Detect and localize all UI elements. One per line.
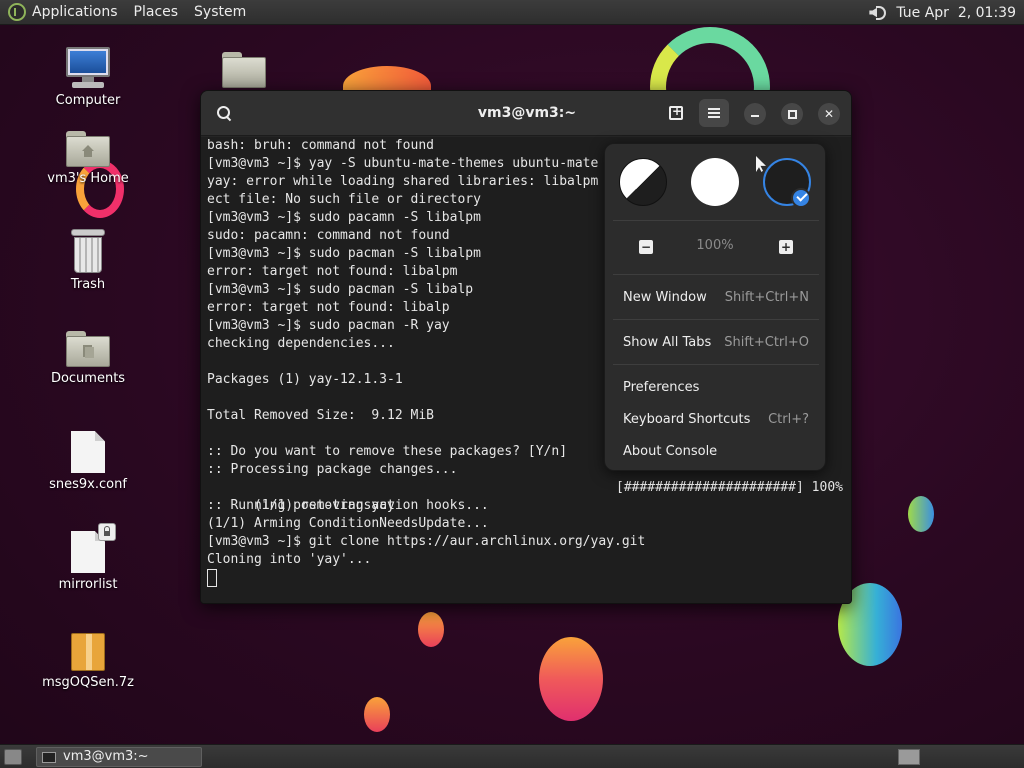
maximize-icon <box>787 109 797 119</box>
maximize-button[interactable] <box>781 103 803 125</box>
minimize-button[interactable] <box>744 103 766 125</box>
bottom-panel: vm3@vm3:~ <box>0 744 1024 768</box>
desktop-icon-label: snes9x.conf <box>49 477 127 492</box>
workspace-switcher[interactable] <box>898 749 920 765</box>
search-button[interactable] <box>209 99 239 127</box>
desktop-icon-label: Computer <box>55 93 121 108</box>
desktop-icon-documents[interactable]: Documents <box>38 331 138 386</box>
terminal-line: Cloning into 'yay'... <box>207 552 372 567</box>
taskbar-window-button[interactable]: vm3@vm3:~ <box>36 747 202 767</box>
documents-folder-icon <box>66 331 110 367</box>
mate-logo-icon <box>8 3 26 21</box>
terminal-line: (1/1) Arming ConditionNeedsUpdate... <box>207 516 489 531</box>
lock-icon <box>98 523 116 541</box>
main-menu-popover: − 100% + New Window Shift+Ctrl+N Show Al… <box>604 143 826 471</box>
zoom-level: 100% <box>696 238 734 253</box>
desktop-icon-computer[interactable]: Computer <box>38 47 138 108</box>
desktop-icon-label: vm3's Home <box>47 171 129 186</box>
menu-item-shortcut: Shift+Ctrl+O <box>724 335 809 350</box>
progress-indicator: [######################] 100% <box>616 480 843 495</box>
menu-item-label: Preferences <box>623 380 700 395</box>
menu-item-label: About Console <box>623 444 718 459</box>
checkmark-icon <box>791 188 811 208</box>
menu-item-new-window[interactable]: New Window Shift+Ctrl+N <box>605 284 827 312</box>
menu-separator <box>613 364 819 365</box>
terminal-progress-line: (1/1) removing yay [####################… <box>207 479 847 513</box>
wallpaper-orange-small-2 <box>364 697 390 732</box>
theme-light-button[interactable] <box>691 158 739 206</box>
desktop-icon-msgoqsen-7z[interactable]: msgOQSen.7z <box>38 633 138 690</box>
menu-separator <box>613 319 819 320</box>
zoom-in-icon: + <box>780 240 792 254</box>
theme-system-button[interactable] <box>619 158 667 206</box>
panel-tray: Tue Apr 2, 01:39 <box>866 0 1016 25</box>
zoom-in-button[interactable]: + <box>779 240 793 254</box>
hamburger-icon <box>708 108 720 118</box>
menu-item-shortcut: Ctrl+? <box>768 412 809 427</box>
desktop-icon-label: Trash <box>70 277 106 292</box>
system-menu[interactable]: System <box>186 0 254 25</box>
minimize-icon <box>751 115 759 117</box>
wallpaper-green-blob <box>908 496 934 532</box>
applications-menu[interactable]: Applications <box>0 0 126 25</box>
terminal-icon <box>42 752 56 763</box>
desktop-icon-home[interactable]: vm3's Home <box>38 131 138 186</box>
desktop-icon-snes9x-conf[interactable]: snes9x.conf <box>38 431 138 492</box>
menu-item-keyboard-shortcuts[interactable]: Keyboard Shortcuts Ctrl+? <box>605 406 827 434</box>
desktop-icon-trash[interactable]: Trash <box>38 229 138 292</box>
folder-icon <box>222 52 266 88</box>
menu-item-shortcut: Shift+Ctrl+N <box>724 290 809 305</box>
terminal-cursor-line <box>207 569 847 587</box>
desktop-icon-label: mirrorlist <box>58 577 118 592</box>
new-tab-icon <box>669 104 683 120</box>
search-icon <box>217 106 231 120</box>
menu-item-show-all-tabs[interactable]: Show All Tabs Shift+Ctrl+O <box>605 329 827 357</box>
terminal-line: [vm3@vm3 ~]$ git clone https://aur.archl… <box>207 534 646 549</box>
close-icon: ✕ <box>823 107 835 121</box>
archive-icon <box>71 633 105 671</box>
desktop-icon-label: Documents <box>50 371 126 386</box>
wallpaper-orange-small-1 <box>418 612 444 647</box>
window-headerbar[interactable]: vm3@vm3:~ ✕ <box>201 91 851 136</box>
clock[interactable]: Tue Apr 2, 01:39 <box>896 5 1016 21</box>
system-menu-label: System <box>194 4 247 20</box>
places-menu-label: Places <box>133 4 179 20</box>
volume-icon[interactable] <box>866 4 887 22</box>
desktop-icon-mirrorlist[interactable]: mirrorlist <box>38 523 138 592</box>
menu-item-about-console[interactable]: About Console <box>605 438 827 466</box>
text-file-icon <box>71 431 105 473</box>
zoom-out-icon: − <box>640 240 652 254</box>
menu-separator <box>613 220 819 221</box>
trash-icon <box>71 229 105 273</box>
menu-separator <box>613 274 819 275</box>
new-tab-button[interactable] <box>661 99 691 127</box>
places-menu[interactable]: Places <box>126 0 187 25</box>
text-cursor <box>207 569 217 587</box>
main-menu-button[interactable] <box>699 99 729 127</box>
menu-item-label: New Window <box>623 290 707 305</box>
applications-menu-label: Applications <box>32 4 118 20</box>
wallpaper-pink-blob <box>539 637 603 721</box>
menu-item-label: Show All Tabs <box>623 335 712 350</box>
menu-item-label: Keyboard Shortcuts <box>623 412 751 427</box>
menu-item-preferences[interactable]: Preferences <box>605 374 827 402</box>
close-button[interactable]: ✕ <box>818 103 840 125</box>
computer-icon <box>64 47 112 89</box>
show-desktop-button[interactable] <box>4 749 22 765</box>
zoom-out-button[interactable]: − <box>639 240 653 254</box>
home-folder-icon <box>66 131 110 167</box>
desktop-icon-folder-partial[interactable] <box>194 52 294 88</box>
taskbar-window-label: vm3@vm3:~ <box>63 749 149 764</box>
desktop-icon-label: msgOQSen.7z <box>42 675 134 690</box>
top-panel: Applications Places System Tue Apr 2, 01… <box>0 0 1024 25</box>
terminal-line: (1/1) removing yay <box>253 498 395 513</box>
